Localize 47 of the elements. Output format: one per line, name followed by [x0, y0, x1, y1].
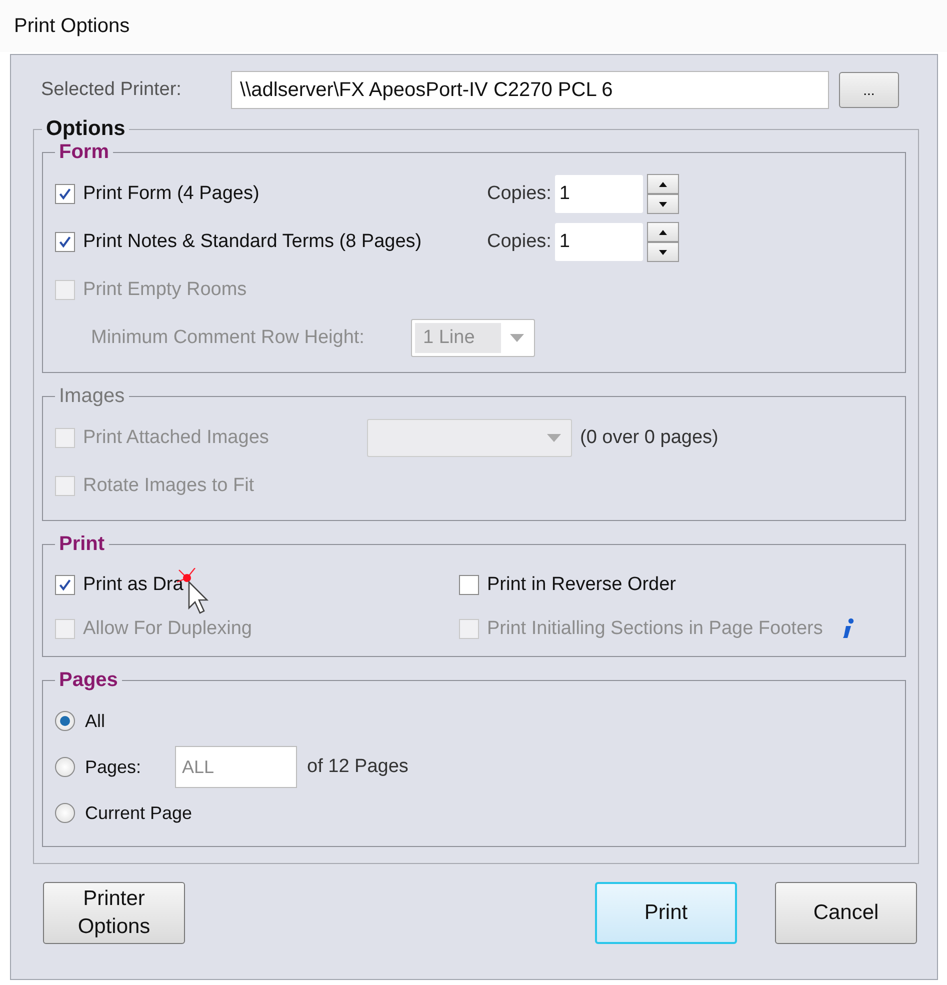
- copies-field[interactable]: 1: [555, 223, 644, 261]
- checkbox-label[interactable]: Print Notes & Standard Terms (8 Pages): [83, 231, 422, 252]
- copies-field[interactable]: 1: [555, 175, 644, 213]
- spin-up-button[interactable]: [647, 222, 680, 242]
- down-triangle-icon: [659, 202, 668, 206]
- group-title: Form: [59, 141, 109, 163]
- copies-label: Copies:: [487, 231, 552, 253]
- field-label: Minimum Comment Row Height:: [91, 327, 366, 349]
- window-title: Print Options: [14, 14, 130, 38]
- down-triangle-icon: [659, 250, 668, 254]
- radio-button[interactable]: [55, 757, 75, 777]
- caret-icon: [510, 334, 524, 342]
- group-title: Pages: [59, 669, 118, 691]
- browse-button[interactable]: ...: [839, 72, 899, 108]
- checkmark-icon: [57, 234, 73, 250]
- radio-label[interactable]: Current Page: [85, 802, 192, 824]
- group-title: Images: [59, 385, 125, 407]
- group-title: Print: [59, 533, 105, 555]
- printer-field[interactable]: \\adlserver\FX ApeosPort-IV C2270 PCL 6: [231, 71, 829, 109]
- radio-button[interactable]: [55, 711, 75, 731]
- checkbox[interactable]: [55, 184, 75, 204]
- up-triangle-icon: [659, 230, 668, 234]
- radio-button[interactable]: [55, 803, 75, 823]
- spin-down-button[interactable]: [647, 194, 680, 214]
- checkbox[interactable]: [459, 575, 479, 595]
- radio-label[interactable]: All: [85, 710, 165, 732]
- dialog-button[interactable]: Cancel: [775, 882, 917, 944]
- spin-down-button[interactable]: [647, 242, 680, 262]
- field-label: Selected Printer:: [41, 79, 182, 101]
- checkmark-icon: [57, 186, 73, 202]
- page-total: of 12 Pages: [307, 756, 408, 778]
- copies-label: Copies:: [487, 183, 552, 205]
- checkbox-label[interactable]: Print Form (4 Pages): [83, 183, 260, 204]
- checkbox[interactable]: [55, 575, 75, 595]
- checkbox-label[interactable]: Print in Reverse Order: [487, 574, 676, 595]
- radio-label[interactable]: Pages:: [85, 756, 165, 778]
- checkbox[interactable]: [55, 232, 75, 252]
- spin-up-button[interactable]: [647, 174, 680, 194]
- printer-options-button[interactable]: Printer Options: [43, 882, 185, 944]
- dialog-button[interactable]: Print: [595, 882, 737, 944]
- pages-field[interactable]: ALL: [175, 746, 297, 788]
- page-count-note: (0 over 0 pages): [580, 427, 718, 449]
- checkmark-icon: [57, 577, 73, 593]
- caret-icon: [547, 434, 561, 442]
- up-triangle-icon: [659, 182, 668, 186]
- group-title: Options: [46, 117, 126, 140]
- checkbox-label[interactable]: Print as Dra: [83, 574, 184, 595]
